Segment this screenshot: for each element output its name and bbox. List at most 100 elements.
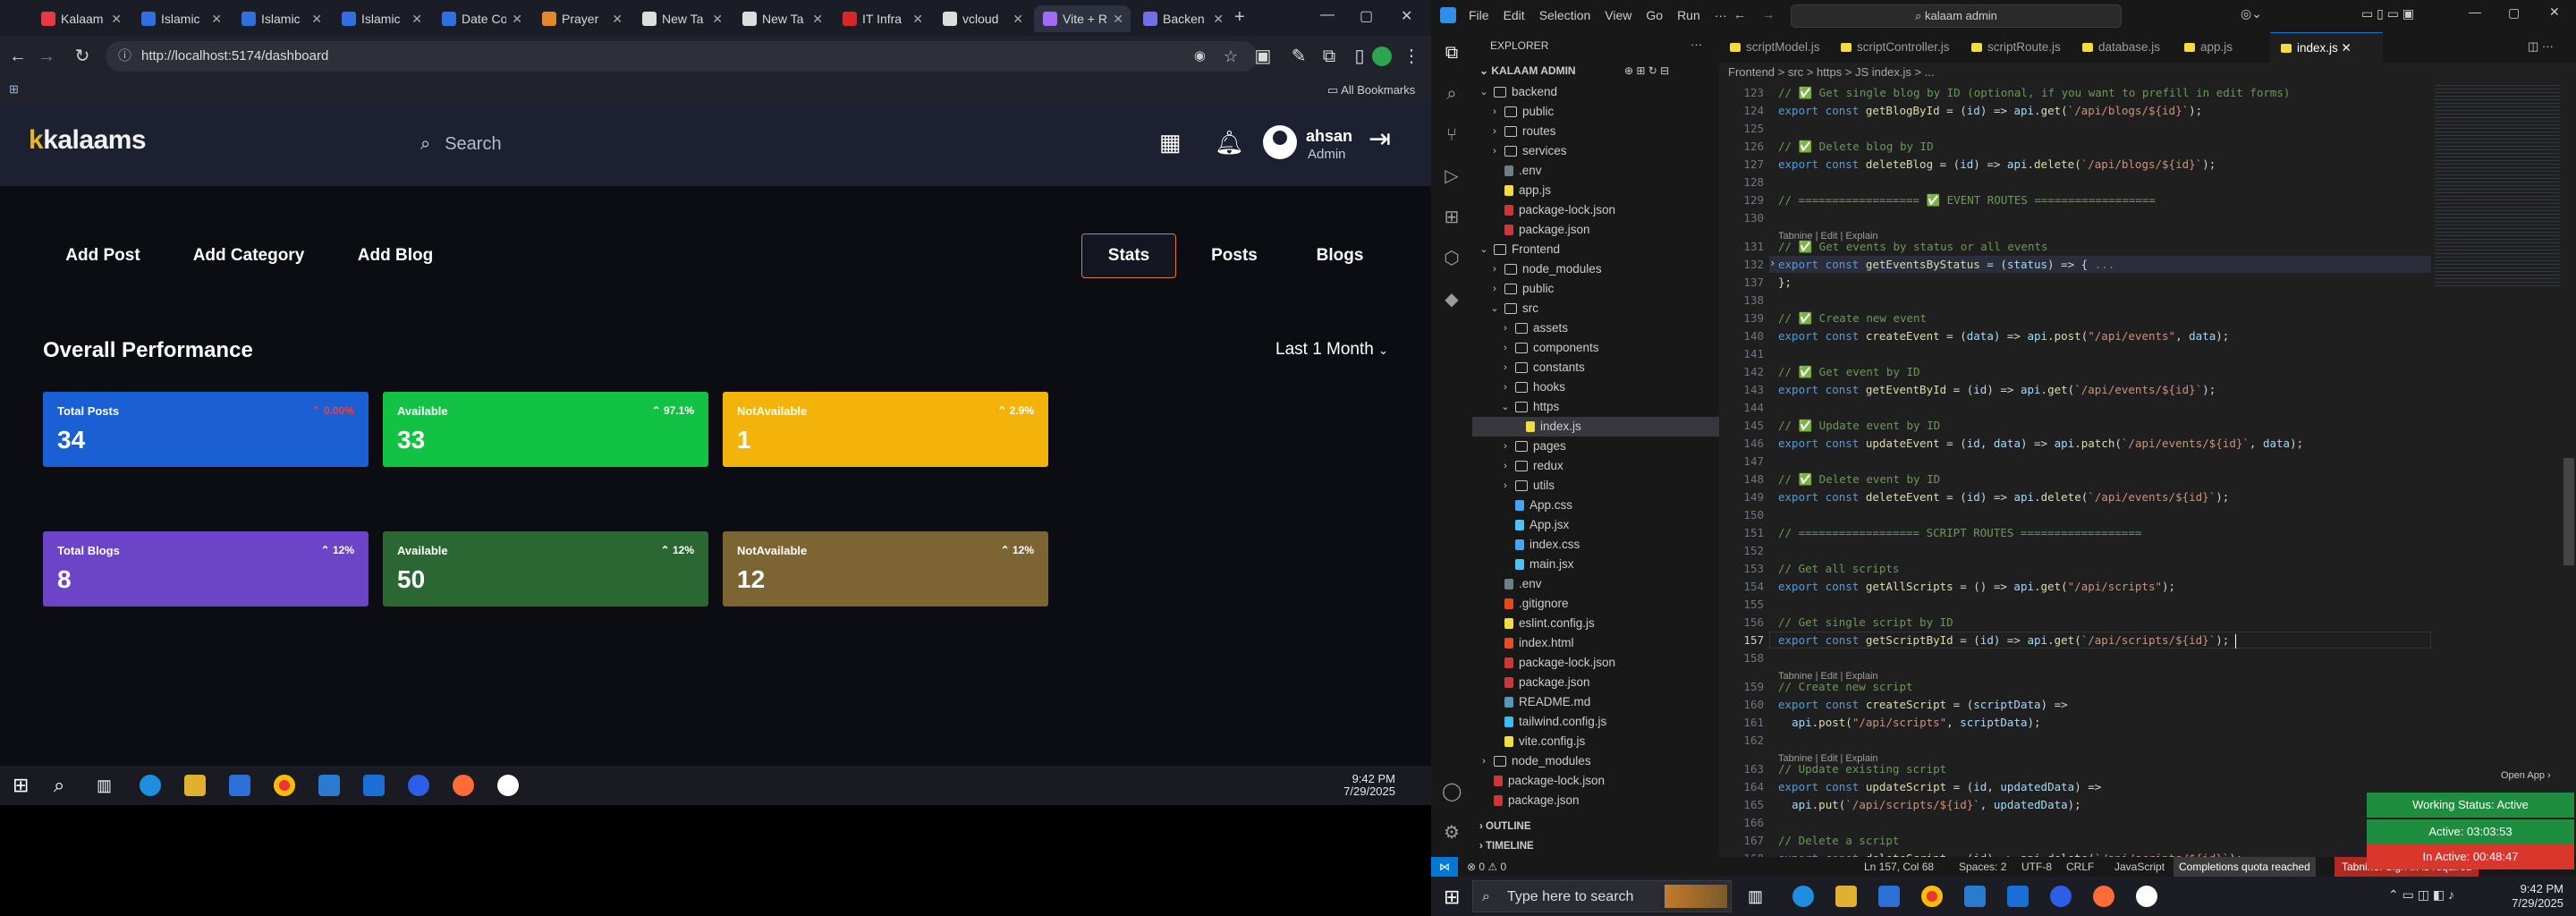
zoom-icon[interactable] — [2050, 886, 2072, 907]
vscode-icon[interactable] — [2007, 886, 2029, 907]
search-icon[interactable]: ⌕ — [54, 775, 75, 796]
menu-item[interactable]: Edit — [1504, 8, 1525, 22]
explorer-icon[interactable]: ⧉ — [1442, 43, 1462, 63]
tab-close-icon[interactable]: ✕ — [1213, 12, 1224, 27]
forward-icon[interactable]: → — [1762, 7, 1775, 21]
layout-icon[interactable]: ▭ ▯ ▭ ▣ — [2361, 6, 2414, 21]
browser-tab[interactable]: Prayer ✕ — [533, 5, 630, 32]
menu-item[interactable]: View — [1605, 8, 1631, 22]
menu-item[interactable]: Selection — [1539, 8, 1591, 22]
browser-tab[interactable]: New Ta ✕ — [633, 5, 730, 32]
browser-tab[interactable]: Islamic ✕ — [333, 5, 429, 32]
tree-file[interactable]: App.css — [1472, 496, 1719, 515]
reload-icon[interactable]: ↻ — [72, 47, 93, 66]
bookmark-star-icon[interactable]: ☆ — [1224, 41, 1238, 72]
tree-folder[interactable]: › routes — [1472, 122, 1719, 141]
editor-tab[interactable]: scriptModel.js — [1719, 32, 1826, 63]
site-logo[interactable]: kkalaams — [29, 125, 147, 156]
browser-tab[interactable]: Date Co ✕ — [433, 5, 530, 32]
line-ending[interactable]: CRLF — [2066, 857, 2094, 877]
tab-close-icon[interactable]: ✕ — [311, 12, 322, 27]
minimize-icon[interactable]: — — [2469, 4, 2481, 19]
tree-folder[interactable]: ⌄ Frontend — [1472, 240, 1719, 259]
task-view-icon[interactable]: ▥ — [97, 775, 118, 796]
zoom-icon[interactable] — [408, 775, 429, 796]
tree-file[interactable]: App.jsx — [1472, 515, 1719, 535]
browser-tab[interactable]: Backen ✕ — [1134, 5, 1231, 32]
windows-start-icon[interactable]: ⊞ — [13, 775, 34, 796]
chrome-icon[interactable] — [274, 775, 295, 796]
edge-icon[interactable] — [140, 775, 161, 796]
menu-item[interactable]: Go — [1646, 8, 1663, 22]
browser-tab[interactable]: Islamic ✕ — [233, 5, 329, 32]
close-icon[interactable]: ✕ — [1401, 7, 1412, 25]
store-icon[interactable] — [229, 775, 250, 796]
task-view-icon[interactable]: ▥ — [1748, 886, 1769, 907]
sidepanel-icon[interactable]: ▯ — [1349, 47, 1370, 66]
tree-folder[interactable]: › assets — [1472, 318, 1719, 338]
puzzle-icon[interactable]: ⧉ — [1318, 47, 1340, 66]
tree-file[interactable]: package.json — [1472, 791, 1719, 810]
tree-folder[interactable]: › services — [1472, 141, 1719, 161]
site-info-icon[interactable]: ⓘ — [118, 41, 131, 72]
add-category-button[interactable]: Add Category — [184, 233, 313, 278]
close-icon[interactable]: ✕ — [2549, 4, 2560, 20]
remote-icon[interactable]: ⬡ — [1442, 249, 1462, 268]
tree-folder[interactable]: › hooks — [1472, 377, 1719, 397]
tree-file[interactable]: package.json — [1472, 220, 1719, 240]
language-mode[interactable]: JavaScript — [2114, 857, 2165, 877]
new-tab-icon[interactable]: + — [1234, 7, 1245, 28]
tree-folder[interactable]: › components — [1472, 338, 1719, 358]
tree-file[interactable]: tailwind.config.js — [1472, 712, 1719, 732]
indentation[interactable]: Spaces: 2 — [1959, 857, 2006, 877]
range-select[interactable]: Last 1 Month ⌄ — [1275, 340, 1388, 360]
apps-grid-icon[interactable]: ⊞ — [9, 82, 19, 97]
windows-start-icon[interactable]: ⊞ — [1444, 886, 1460, 909]
eye-off-icon[interactable]: ◉ — [1194, 41, 1206, 72]
system-tray-icons[interactable]: ⌃ ▭ ◫ ◧ ♪ — [2388, 887, 2454, 903]
split-editor-icon[interactable]: ◫ ··· — [2528, 39, 2554, 54]
editor-tab[interactable]: app.js — [2174, 32, 2281, 63]
browser-tab[interactable]: Kalaam ✕ — [32, 5, 129, 32]
stat-card[interactable]: Available 50 ⌃ 12% — [383, 531, 708, 606]
browser-tab[interactable]: IT Infra ✕ — [834, 5, 930, 32]
menu-item[interactable]: Run — [1677, 8, 1700, 22]
cursor-position[interactable]: Ln 157, Col 68 — [1864, 857, 1934, 877]
github-icon[interactable] — [2136, 886, 2157, 907]
posts-tab[interactable]: Posts — [1193, 233, 1275, 278]
account-icon[interactable]: ◯ — [1442, 782, 1462, 802]
source-control-icon[interactable]: ⑂ — [1442, 125, 1462, 145]
file-explorer-icon[interactable] — [1835, 886, 1857, 907]
tab-close-icon[interactable]: ✕ — [111, 12, 122, 27]
tree-folder[interactable]: ⌄ backend — [1472, 82, 1719, 102]
tree-file[interactable]: .env — [1472, 161, 1719, 181]
tree-file[interactable]: package.json — [1472, 673, 1719, 692]
stat-card[interactable]: Total Posts 34 ⌃ 0.00% — [43, 392, 369, 467]
github-icon[interactable] — [497, 775, 519, 796]
workspace-title[interactable]: ⌄ KALAAM ADMIN — [1479, 64, 1576, 77]
tab-close-icon[interactable]: ✕ — [411, 12, 422, 27]
forward-icon[interactable]: → — [36, 47, 57, 66]
encoding[interactable]: UTF-8 — [2021, 857, 2052, 877]
tree-folder[interactable]: › public — [1472, 279, 1719, 299]
tree-file[interactable]: main.jsx — [1472, 555, 1719, 574]
close-icon[interactable]: ✕ — [2338, 41, 2351, 55]
more-actions-icon[interactable]: ··· — [1690, 38, 1702, 51]
tab-close-icon[interactable]: ✕ — [612, 12, 623, 27]
search-icon[interactable]: ⌕ — [1442, 84, 1462, 104]
stat-card[interactable]: NotAvailable 12 ⌃ 12% — [723, 531, 1048, 606]
extension-icon[interactable]: ▣ — [1252, 47, 1274, 66]
chrome-menu-icon[interactable]: ⋮ — [1401, 47, 1422, 66]
postman-icon[interactable] — [2093, 886, 2114, 907]
breadcrumb[interactable]: Frontend > src > https > JS index.js > .… — [1719, 63, 2576, 82]
stat-card[interactable]: Available 33 ⌃ 97.1% — [383, 392, 708, 467]
all-bookmarks[interactable]: ▭ All Bookmarks — [1327, 83, 1415, 98]
vm-icon[interactable] — [1964, 886, 1986, 907]
tab-close-icon[interactable]: ✕ — [812, 12, 823, 27]
tree-folder[interactable]: › utils — [1472, 476, 1719, 496]
stat-card[interactable]: NotAvailable 1 ⌃ 2.9% — [723, 392, 1048, 467]
tree-file[interactable]: index.css — [1472, 535, 1719, 555]
apps-grid-icon[interactable]: ▦ — [1159, 129, 1182, 157]
quota-status[interactable]: Completions quota reached — [2174, 857, 2316, 877]
tree-file[interactable]: package-lock.json — [1472, 771, 1719, 791]
